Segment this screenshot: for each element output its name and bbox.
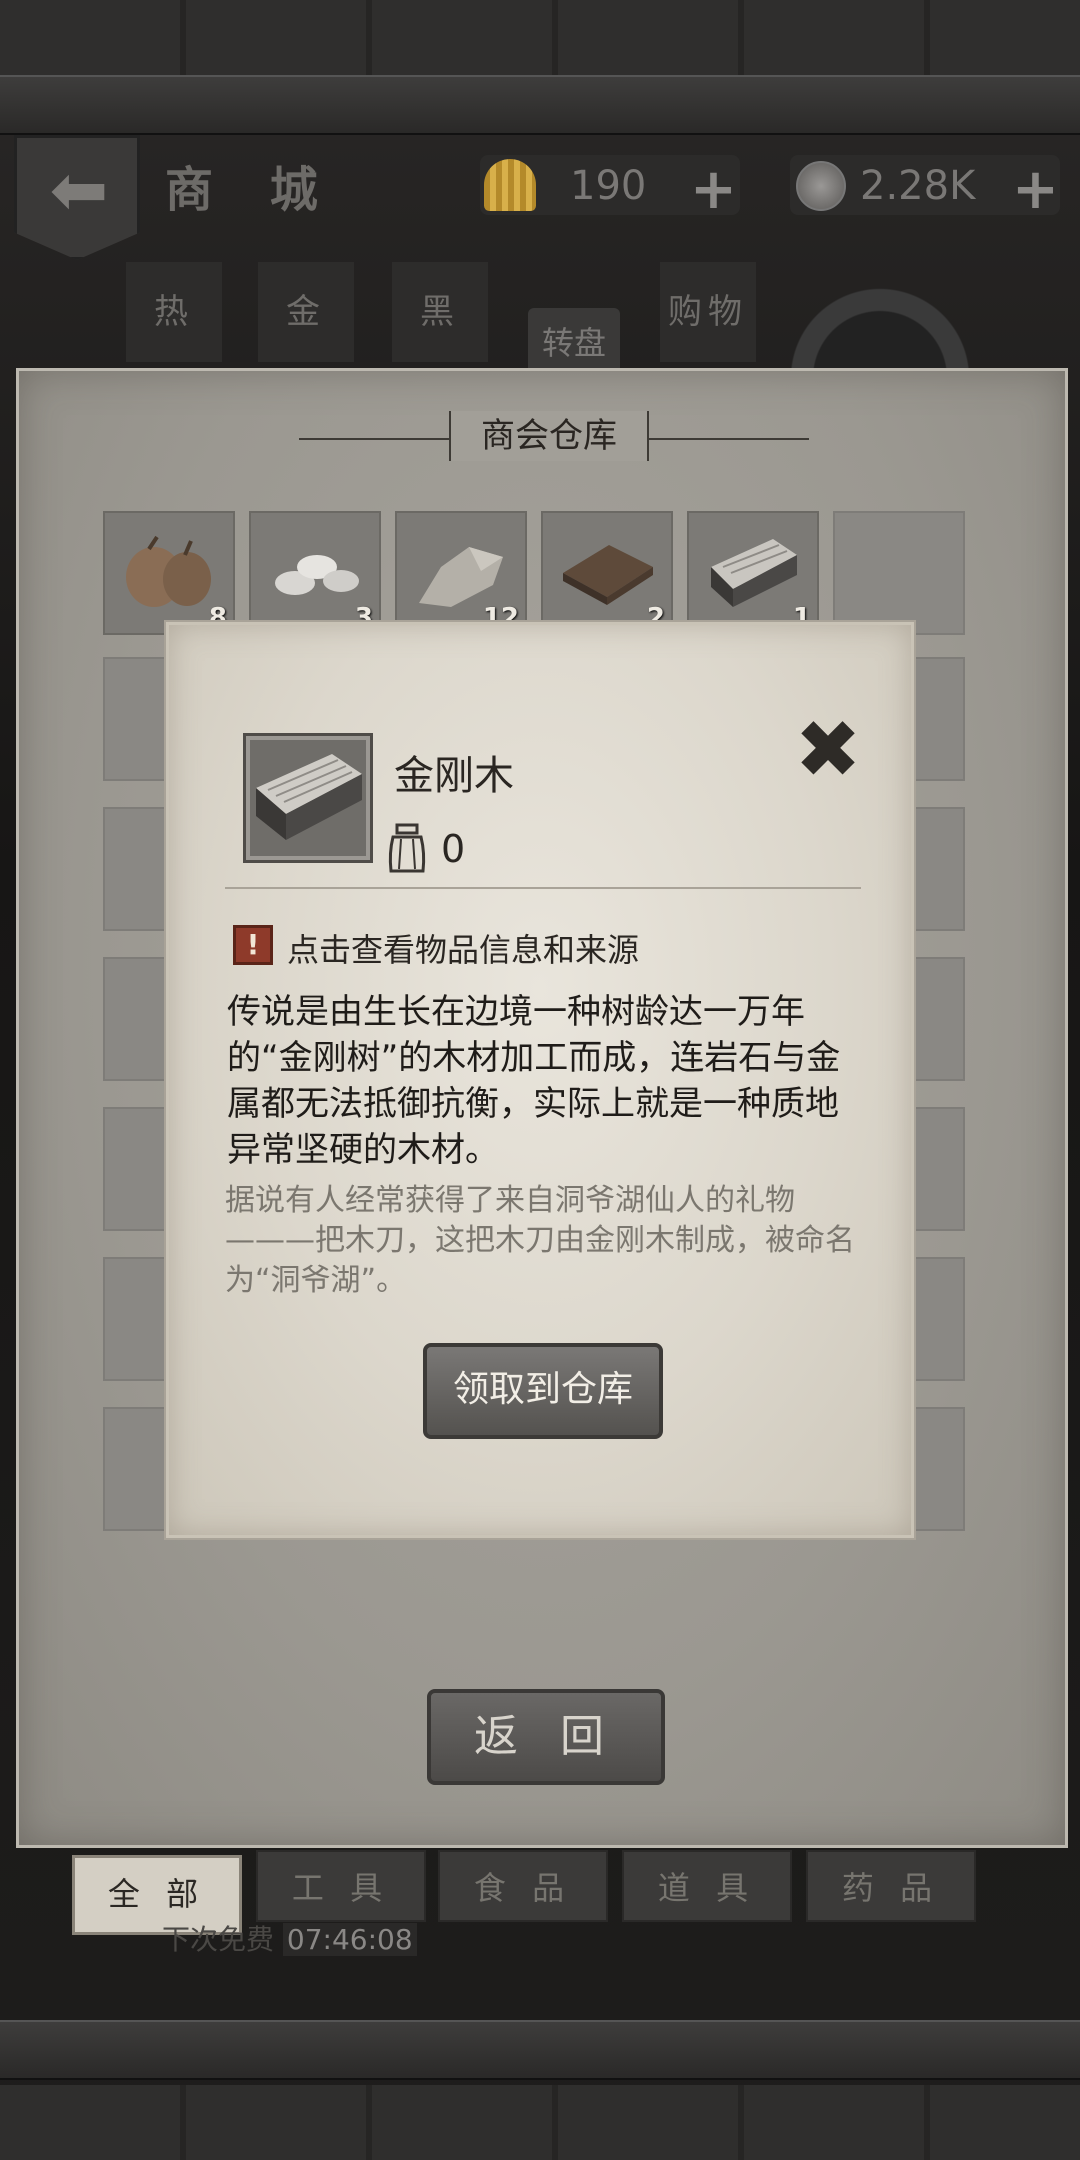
item-name: 金刚木 <box>394 753 514 799</box>
close-icon[interactable]: ✖ <box>793 710 863 790</box>
tab-shopping[interactable]: 购物 <box>660 262 756 362</box>
top-rail <box>0 75 1080 135</box>
diamond-wood-icon <box>711 539 797 607</box>
warehouse-slot[interactable]: 1 <box>687 511 819 635</box>
tab-hot-sale[interactable]: 热 卖 <box>126 262 222 432</box>
category-food[interactable]: 食 品 <box>438 1850 608 1922</box>
warehouse-slot[interactable]: 2 <box>541 511 673 635</box>
free-refresh-timer: 下次免费 07:46:08 <box>162 1918 417 1958</box>
bottom-rail <box>0 2020 1080 2080</box>
item-info-link[interactable]: 点击查看物品信息和来源 <box>287 925 639 971</box>
category-medicine[interactable]: 药 品 <box>806 1850 976 1922</box>
tab-black-market[interactable]: 黑 市 <box>392 262 488 432</box>
diamond-wood-icon <box>256 754 362 840</box>
back-arrow-icon: ⬅ <box>49 149 109 231</box>
add-shells-button[interactable]: + <box>690 157 737 222</box>
shell-currency: 190 + <box>480 155 740 222</box>
claim-to-warehouse-button[interactable]: 领取到仓库 <box>423 1343 663 1439</box>
warehouse-slot[interactable]: 3 <box>249 511 381 635</box>
item-description: 传说是由生长在边境一种树龄达一万年的“金刚树”的木材加工而成，连岩石与金属都无法… <box>227 992 841 1170</box>
shell-icon <box>484 159 536 211</box>
free-timer-label: 下次免费 <box>162 1923 275 1956</box>
divider <box>225 887 861 889</box>
warehouse-title: 商会仓库 <box>449 411 649 461</box>
page-title: 商 城 <box>165 162 338 218</box>
coin-currency: 2.28K + <box>790 155 1060 222</box>
coin-icon <box>796 161 846 211</box>
warehouse-slot-empty[interactable] <box>833 511 965 635</box>
exclamation-icon[interactable]: ! <box>233 925 273 965</box>
category-tools[interactable]: 工 具 <box>256 1850 426 1922</box>
coin-amount: 2.28K <box>860 163 976 209</box>
return-button[interactable]: 返 回 <box>427 1689 665 1785</box>
wood-board-icon <box>563 545 653 605</box>
warehouse-slot[interactable]: 8 <box>103 511 235 635</box>
warehouse-slot[interactable]: 12 <box>395 511 527 635</box>
category-props[interactable]: 道 具 <box>622 1850 792 1922</box>
item-detail-dialog: 金刚木 ✖ 0 ! 点击查看物品信息和来源 传说是由生长在边境一种树龄达一万年的… <box>166 622 914 1538</box>
free-timer-time: 07:46:08 <box>282 1923 417 1956</box>
item-lore: 据说有人经常获得了来自洞爷湖仙人的礼物———把木刀，这把木刀由金刚木制成，被命名… <box>225 1183 855 1298</box>
bottom-plank-strip <box>0 2085 1080 2160</box>
owned-count: 0 <box>441 827 466 871</box>
add-coins-button[interactable]: + <box>1012 157 1059 222</box>
coconut-icon <box>126 535 211 607</box>
bag-icon <box>388 823 426 873</box>
tab-gold[interactable]: 金 币 <box>258 262 354 432</box>
shell-amount: 190 <box>570 163 647 209</box>
rock-icon <box>419 547 503 607</box>
salt-stones-icon <box>275 555 359 595</box>
item-icon-frame <box>243 733 373 863</box>
top-plank-strip <box>0 0 1080 75</box>
